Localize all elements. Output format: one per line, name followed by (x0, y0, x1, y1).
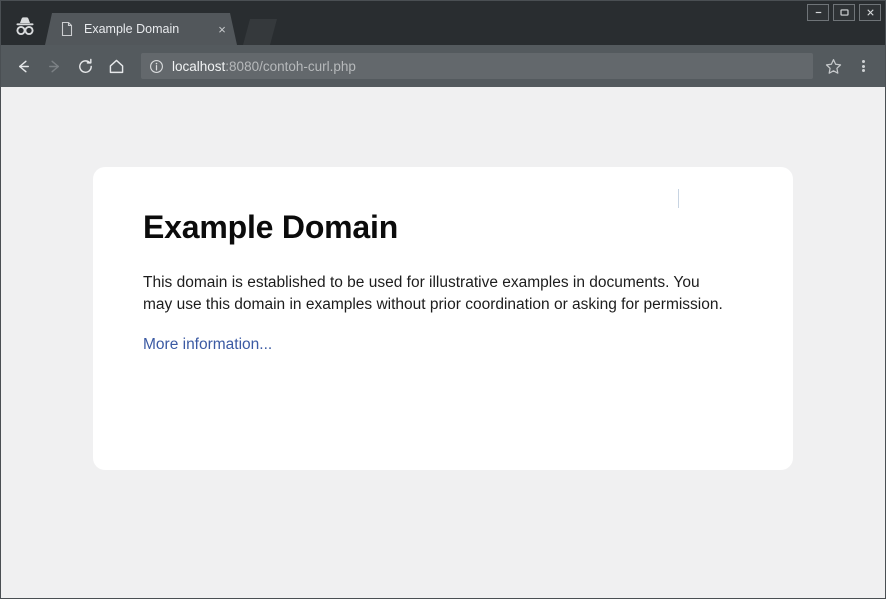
window-controls (807, 4, 881, 21)
page-icon (59, 21, 75, 37)
menu-dot (862, 69, 865, 72)
content-card: Example Domain This domain is establishe… (93, 167, 793, 470)
url-path: :8080/contoh-curl.php (225, 59, 356, 74)
maximize-button[interactable] (833, 4, 855, 21)
star-icon[interactable] (819, 52, 847, 80)
new-tab-button[interactable] (243, 19, 277, 45)
incognito-icon (11, 14, 39, 38)
more-information-link[interactable]: More information... (143, 336, 272, 354)
menu-dot (862, 60, 865, 63)
text-caret (678, 189, 679, 208)
address-bar[interactable]: localhost:8080/contoh-curl.php (141, 53, 813, 79)
title-bar: Example Domain × (1, 1, 885, 45)
minimize-button[interactable] (807, 4, 829, 21)
page-title: Example Domain (143, 209, 743, 246)
page-viewport: Example Domain This domain is establishe… (1, 87, 885, 598)
back-button[interactable] (9, 52, 37, 80)
reload-button[interactable] (71, 52, 99, 80)
info-circle-icon[interactable] (149, 59, 164, 74)
three-dot-menu-icon[interactable] (849, 52, 877, 80)
tab-title: Example Domain (84, 22, 213, 36)
home-button[interactable] (102, 52, 130, 80)
forward-button[interactable] (40, 52, 68, 80)
browser-toolbar: localhost:8080/contoh-curl.php (1, 45, 885, 87)
browser-window: Example Domain × (0, 0, 886, 599)
url-host: localhost (172, 59, 225, 74)
page-paragraph: This domain is established to be used fo… (143, 272, 728, 316)
close-button[interactable] (859, 4, 881, 21)
browser-tab-example-domain[interactable]: Example Domain × (45, 13, 237, 45)
menu-dot (862, 65, 865, 68)
tab-strip: Example Domain × (45, 13, 277, 45)
url-text: localhost:8080/contoh-curl.php (172, 59, 356, 74)
tab-close-icon[interactable]: × (213, 20, 231, 38)
